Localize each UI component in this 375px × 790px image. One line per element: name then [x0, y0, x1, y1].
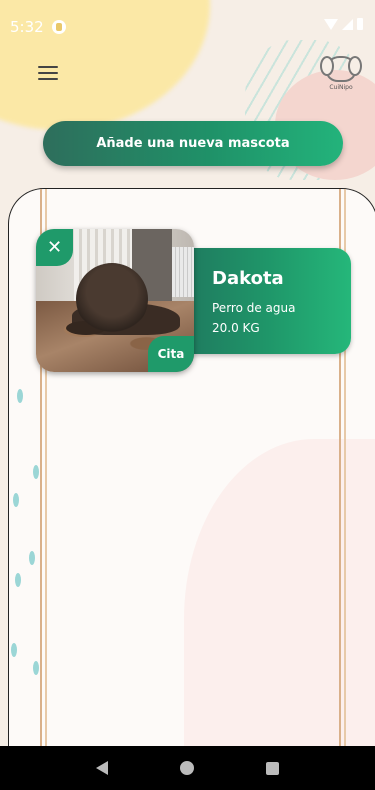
signal-icon: [342, 18, 353, 30]
system-nav-bar: [0, 746, 375, 790]
decorative-dot: [29, 551, 35, 565]
pet-breed: Perro de agua: [212, 301, 296, 315]
remove-pet-button[interactable]: ✕: [36, 229, 73, 266]
app-bar: CuiNipo: [0, 56, 375, 96]
decorative-dot: [17, 389, 23, 403]
menu-icon-line: [38, 66, 58, 68]
pet-weight: 20.0 KG: [212, 321, 260, 335]
close-icon: ✕: [46, 237, 63, 258]
back-icon[interactable]: [96, 761, 108, 775]
app-logo: CuiNipo: [320, 56, 362, 94]
menu-icon-line: [38, 72, 58, 74]
decorative-dot: [11, 643, 17, 657]
pet-name: Dakota: [212, 268, 284, 289]
photo-dog-head: [76, 263, 148, 335]
status-right: [324, 18, 363, 30]
recent-apps-icon[interactable]: [266, 761, 279, 775]
menu-icon[interactable]: [38, 66, 58, 80]
add-pet-button[interactable]: Añade una nueva mascota: [43, 121, 343, 166]
dog-logo-icon: [320, 56, 362, 82]
decorative-dot: [33, 465, 39, 479]
home-icon[interactable]: [180, 761, 194, 775]
panel-pink-shape: [184, 439, 375, 758]
pet-card-info[interactable]: Dakota Perro de agua 20.0 KG: [184, 248, 351, 354]
notification-app-icon: [51, 20, 66, 34]
menu-icon-line: [38, 78, 58, 80]
appointment-button[interactable]: Cita: [148, 336, 194, 372]
logo-text: CuiNipo: [329, 84, 353, 91]
decorative-dot: [15, 573, 21, 587]
app-screen: 5:32 CuiNipo Añade una nueva mascota Dak…: [0, 0, 375, 790]
battery-icon: [357, 18, 363, 30]
decorative-dot: [33, 661, 39, 675]
wifi-icon: [324, 18, 338, 30]
status-time: 5:32: [10, 18, 44, 36]
photo-radiator: [172, 247, 194, 297]
decorative-dot: [13, 493, 19, 507]
status-bar: 5:32: [0, 0, 375, 60]
status-left: 5:32: [10, 18, 66, 36]
